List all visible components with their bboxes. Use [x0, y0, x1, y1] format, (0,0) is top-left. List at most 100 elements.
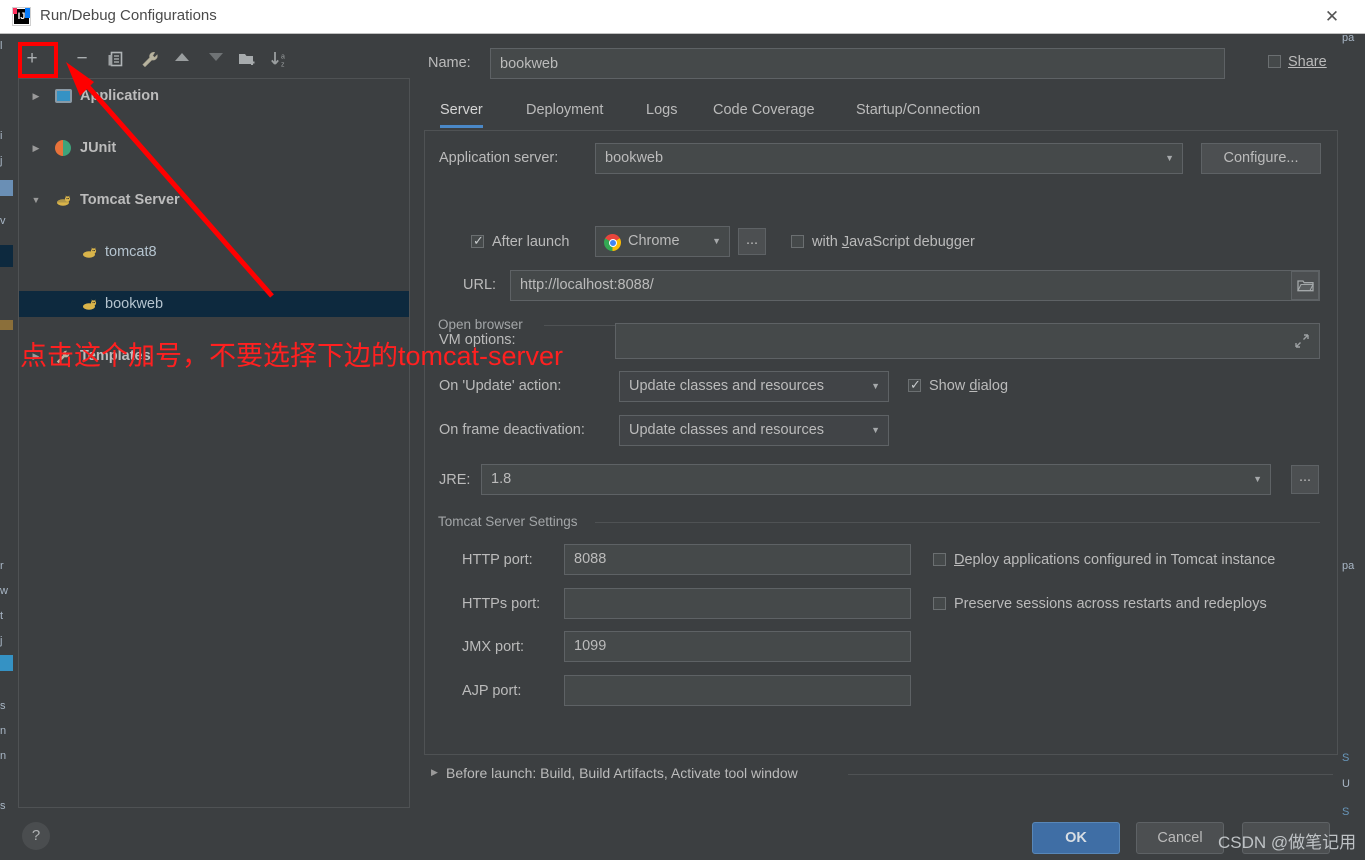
tree-item-label: Tomcat Server [80, 192, 180, 208]
browser-combo[interactable]: Chrome ▼ [595, 226, 730, 257]
js-debugger-label-pre: with [812, 234, 842, 250]
copy-configuration-button[interactable] [102, 42, 130, 76]
on-frame-deactivation-combo[interactable]: Update classes and resources ▼ [619, 415, 889, 446]
js-debugger-checkbox[interactable]: with JavaScript debugger [791, 234, 975, 250]
after-launch-checkbox-box[interactable] [471, 232, 485, 249]
show-dialog-checkbox-box[interactable] [908, 376, 922, 393]
close-icon[interactable]: ✕ [1321, 6, 1343, 28]
after-launch-label: After launch [492, 234, 570, 250]
browser-browse-button[interactable]: ... [738, 228, 766, 255]
vm-options-expand-button[interactable] [1289, 327, 1316, 355]
divider [848, 774, 1333, 775]
annotation-note: 点击这个加号，不要选择下边的tomcat-server [20, 341, 564, 371]
deploy-label-key: D [954, 552, 965, 568]
preserve-sessions-label: Preserve sessions across restarts and re… [954, 596, 1267, 612]
on-frame-deactivation-value: Update classes and resources [629, 422, 825, 438]
chevron-down-icon[interactable]: ▼ [29, 187, 43, 213]
name-label: Name: [428, 55, 471, 71]
jre-value-display: 1.8 [491, 471, 512, 487]
move-down-button[interactable] [202, 42, 230, 76]
share-checkbox[interactable]: Share [1268, 54, 1327, 70]
chevron-right-icon[interactable]: ▶ [29, 135, 43, 161]
folder-add-icon [239, 54, 255, 65]
show-dialog-label-post: ialog [977, 378, 1009, 394]
new-folder-button[interactable] [234, 42, 262, 76]
configure-button[interactable]: Configure... [1201, 143, 1321, 174]
tree-item-application[interactable]: ▶ Application [19, 83, 409, 109]
edit-templates-button[interactable] [136, 42, 164, 76]
copy-icon [108, 51, 123, 67]
deploy-applications-checkbox[interactable]: Deploy applications configured in Tomcat… [933, 552, 1275, 568]
tomcat-icon [55, 192, 71, 208]
tree-item-label: Application [80, 88, 159, 104]
chevron-right-icon[interactable]: ▶ [29, 83, 43, 109]
move-up-button[interactable] [168, 42, 196, 76]
tree-item-tomcat-server[interactable]: ▼ Tomcat Server [19, 187, 409, 213]
http-port-input[interactable]: 8088 [564, 544, 911, 575]
cancel-button[interactable]: Cancel [1136, 822, 1224, 854]
help-button[interactable]: ? [22, 822, 50, 850]
show-dialog-checkbox[interactable]: Show dialog [908, 376, 1009, 394]
tree-item-label: tomcat8 [105, 244, 157, 260]
tree-item-label: bookweb [105, 296, 164, 312]
tab-logs[interactable]: Logs [646, 96, 677, 126]
tree-item-tomcat8[interactable]: tomcat8 [19, 239, 409, 265]
browser-value: Chrome [628, 233, 680, 249]
url-browse-button[interactable] [1291, 271, 1319, 300]
svg-text:a: a [281, 54, 285, 61]
tree-item-junit[interactable]: ▶ JUnit [19, 135, 409, 161]
preserve-sessions-checkbox[interactable]: Preserve sessions across restarts and re… [933, 596, 1267, 612]
jre-browse-button[interactable]: ... [1291, 465, 1319, 494]
on-frame-deactivation-label: On frame deactivation: [439, 422, 585, 438]
name-input[interactable] [490, 48, 1225, 79]
chrome-icon [604, 234, 621, 251]
tab-server[interactable]: Server [440, 96, 483, 128]
on-update-action-combo[interactable]: Update classes and resources ▼ [619, 371, 889, 402]
chevron-down-icon: ▼ [1165, 153, 1174, 163]
chevron-right-icon[interactable]: ▶ [431, 767, 438, 778]
csdn-watermark: CSDN @做笔记用 [1218, 833, 1357, 852]
url-input[interactable]: http://localhost:8088/ [510, 270, 1320, 301]
share-label: Share [1288, 54, 1327, 70]
application-icon [55, 89, 72, 103]
deploy-label-post: eploy applications configured in Tomcat … [964, 552, 1276, 568]
background-ide-right-edge: pa pa S U S [1340, 0, 1365, 860]
arrow-up-icon [175, 53, 189, 61]
js-debugger-checkbox-box[interactable] [791, 235, 804, 248]
share-checkbox-box[interactable] [1268, 55, 1281, 68]
preserve-sessions-checkbox-box[interactable] [933, 597, 946, 610]
sort-alphabetically-button[interactable]: a z [266, 42, 294, 76]
ajp-port-input[interactable] [564, 675, 911, 706]
tree-item-bookweb[interactable]: bookweb [19, 291, 409, 317]
jre-label: JRE: [439, 472, 471, 488]
junit-icon [55, 140, 71, 156]
chevron-down-icon: ▼ [871, 381, 880, 391]
jre-combo-full[interactable]: 1.8 ▼ [481, 464, 1271, 495]
svg-text:z: z [281, 62, 285, 69]
chevron-down-icon: ▼ [871, 425, 880, 435]
jmx-port-input[interactable]: 1099 [564, 631, 911, 662]
tomcat-settings-group-title: Tomcat Server Settings [438, 514, 585, 529]
ok-button[interactable]: OK [1032, 822, 1120, 854]
application-server-combo[interactable]: bookweb ▼ [595, 143, 1183, 174]
https-port-input[interactable] [564, 588, 911, 619]
chevron-down-icon: ▼ [1253, 474, 1262, 484]
url-label: URL: [463, 277, 497, 293]
tab-code-coverage[interactable]: Code Coverage [713, 96, 815, 126]
vm-options-input[interactable] [615, 323, 1320, 359]
background-ide-left-edge: l i j v r w t j s n n s [0, 0, 14, 860]
https-port-label: HTTPs port: [462, 596, 541, 612]
configuration-tree[interactable]: ▶ Application ▶ JUnit ▼ Tomcat Server to… [18, 78, 410, 808]
jmx-port-label: JMX port: [462, 639, 525, 655]
before-launch-section[interactable]: ▶ Before launch: Build, Build Artifacts,… [428, 765, 1333, 785]
arrow-down-icon [209, 53, 223, 61]
expand-icon [1295, 334, 1309, 348]
tab-bar: Server Deployment Logs Code Coverage Sta… [428, 96, 1338, 128]
tab-startup-connection[interactable]: Startup/Connection [856, 96, 980, 126]
remove-configuration-button[interactable]: − [68, 42, 96, 76]
deploy-applications-checkbox-box[interactable] [933, 553, 946, 566]
wrench-icon [141, 52, 158, 68]
show-dialog-label-pre: Show [929, 378, 970, 394]
after-launch-checkbox[interactable]: After launch [471, 232, 570, 250]
tab-deployment[interactable]: Deployment [526, 96, 603, 126]
